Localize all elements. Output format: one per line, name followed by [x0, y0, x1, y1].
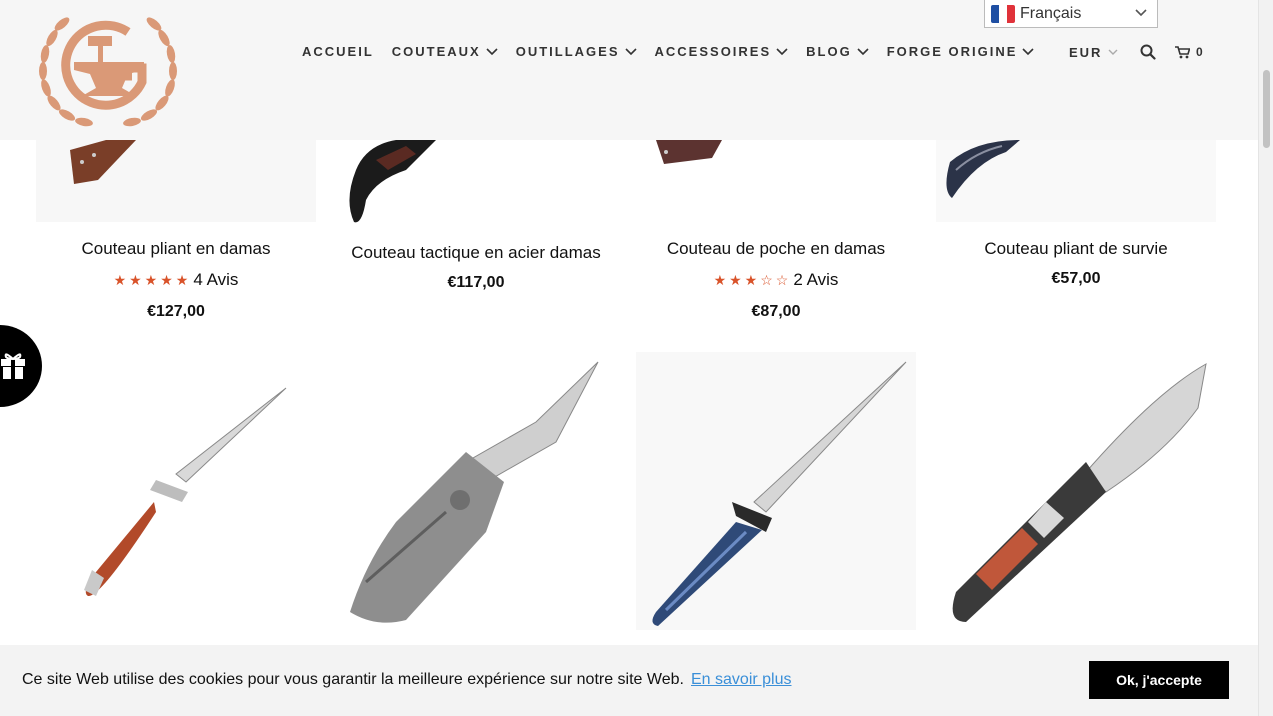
product-image[interactable] — [36, 352, 316, 630]
product-image[interactable] — [636, 352, 916, 630]
nav-item-accueil[interactable]: ACCUEIL — [302, 44, 374, 59]
product-image[interactable] — [36, 140, 316, 222]
product-image[interactable] — [636, 140, 916, 222]
product-title[interactable]: Couteau tactique en acier damas — [336, 243, 616, 263]
currency-label: EUR — [1069, 45, 1103, 60]
nav-label: OUTILLAGES — [515, 44, 620, 59]
scrollbar-thumb[interactable] — [1263, 70, 1270, 148]
currency-selector[interactable]: EUR — [1069, 45, 1118, 60]
product-price: €87,00 — [751, 303, 801, 320]
chevron-down-icon — [857, 47, 869, 55]
product-rating: ★★★☆☆ 2 Avis — [636, 270, 916, 290]
nav-item-blog[interactable]: BLOG — [806, 44, 869, 59]
nav-item-outillages[interactable]: OUTILLAGES — [516, 44, 637, 59]
cart-icon — [1175, 45, 1190, 58]
review-count: 4 Avis — [193, 270, 239, 289]
product-title[interactable]: Couteau pliant de survie — [936, 239, 1216, 259]
forge-logo[interactable] — [32, 4, 184, 132]
cookie-message: Ce site Web utilise des cookies pour vou… — [22, 671, 684, 688]
product-price: €57,00 — [1051, 270, 1101, 287]
cart-count: 0 — [1196, 45, 1203, 59]
nav-label: FORGE ORIGINE — [886, 44, 1018, 59]
nav-label: COUTEAUX — [391, 44, 481, 59]
chevron-down-icon — [1108, 49, 1118, 55]
product-rating: ★★★★★ 4 Avis — [36, 270, 316, 290]
chevron-down-icon — [1022, 47, 1035, 55]
product-image[interactable] — [336, 140, 616, 230]
product-price: €117,00 — [447, 274, 505, 291]
chevron-down-icon — [624, 47, 637, 55]
chevron-down-icon — [1135, 9, 1147, 17]
product-price: €127,00 — [147, 303, 205, 320]
review-count: 2 Avis — [793, 270, 839, 289]
nav-label: BLOG — [806, 44, 852, 59]
nav-item-accessoires[interactable]: ACCESSOIRES — [655, 44, 789, 59]
cart-button[interactable]: 0 — [1175, 45, 1203, 59]
search-icon[interactable] — [1140, 44, 1156, 60]
main-nav: ACCUEIL COUTEAUX OUTILLAGES ACCESSOIRES … — [302, 44, 1052, 59]
star-rating-icon: ★★★☆☆ — [713, 272, 792, 288]
chevron-down-icon — [486, 47, 498, 55]
cookie-banner: Ce site Web utilise des cookies pour vou… — [0, 645, 1258, 716]
product-image[interactable] — [336, 352, 616, 630]
product-title[interactable]: Couteau pliant en damas — [36, 239, 316, 259]
nav-item-couteaux[interactable]: COUTEAUX — [392, 44, 498, 59]
nav-label: ACCESSOIRES — [654, 44, 772, 59]
page-scrollbar[interactable] — [1258, 0, 1273, 716]
product-title[interactable]: Couteau de poche en damas — [636, 239, 916, 259]
france-flag-icon — [991, 4, 1015, 23]
chevron-down-icon — [776, 47, 788, 55]
product-image[interactable] — [936, 140, 1216, 222]
language-label: Français — [1020, 4, 1082, 22]
accept-cookies-button[interactable]: Ok, j'accepte — [1089, 661, 1229, 699]
nav-item-forge-origine[interactable]: FORGE ORIGINE — [887, 44, 1035, 59]
gift-icon — [1, 353, 25, 379]
star-rating-icon: ★★★★★ — [113, 272, 192, 288]
product-image[interactable] — [936, 352, 1216, 630]
nav-label: ACCUEIL — [302, 44, 374, 59]
language-selector[interactable]: Français — [984, 0, 1158, 28]
learn-more-link[interactable]: En savoir plus — [691, 671, 792, 689]
